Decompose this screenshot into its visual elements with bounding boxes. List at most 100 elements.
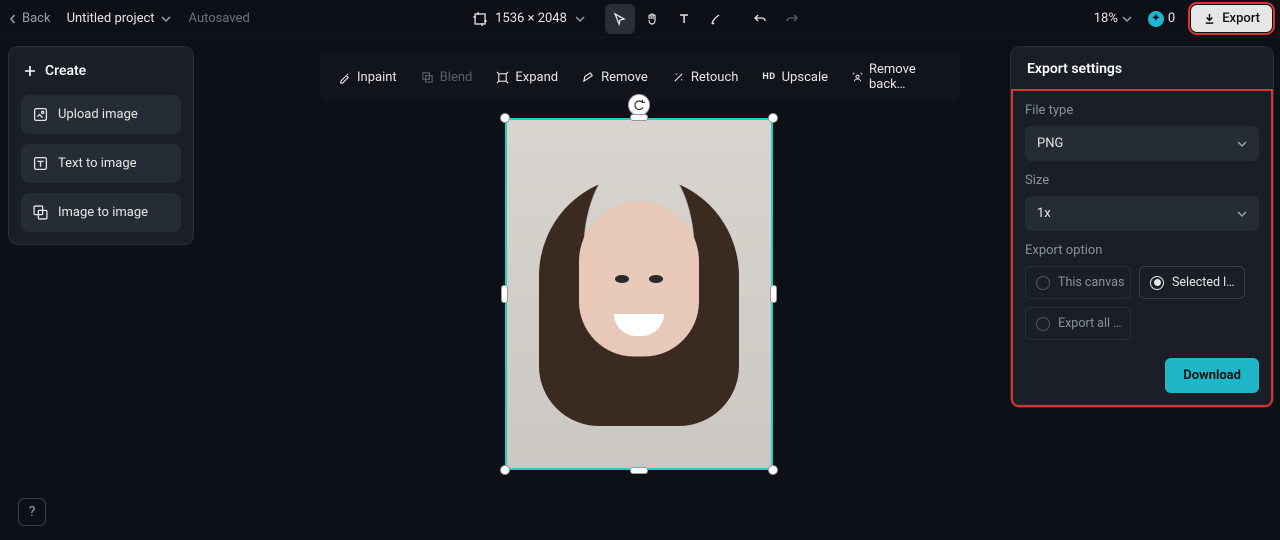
upload-image-icon <box>33 107 48 122</box>
image-to-image-label: Image to image <box>58 205 148 220</box>
coin-icon: ✦ <box>1148 11 1164 27</box>
chevron-down-icon <box>575 14 585 24</box>
help-button[interactable]: ? <box>18 498 46 526</box>
radio-icon <box>1036 317 1050 331</box>
create-heading: Create <box>21 59 181 83</box>
remove-background-tool[interactable]: Remove back… <box>842 56 952 98</box>
zoom-dropdown[interactable]: 18% <box>1094 11 1132 26</box>
selected-image[interactable] <box>505 118 773 470</box>
resize-handle-b[interactable] <box>630 467 648 474</box>
back-label: Back <box>22 11 51 26</box>
cursor-icon <box>613 12 627 26</box>
export-button[interactable]: Export <box>1191 5 1272 32</box>
option-this-canvas-label: This canvas <box>1058 275 1124 290</box>
blend-icon <box>421 71 434 84</box>
resize-handle-tl[interactable] <box>500 113 510 123</box>
chevron-down-icon <box>1237 139 1247 149</box>
text-to-image-icon <box>33 156 48 171</box>
hand-tool[interactable] <box>637 4 667 34</box>
zoom-value: 18% <box>1094 11 1118 26</box>
project-title: Untitled project <box>67 11 155 26</box>
text-tool[interactable] <box>669 4 699 34</box>
resize-handle-r[interactable] <box>770 285 777 303</box>
create-label: Create <box>45 63 86 79</box>
remove-label: Remove <box>601 70 648 85</box>
download-button[interactable]: Download <box>1165 358 1259 393</box>
radio-icon <box>1036 276 1050 290</box>
project-title-dropdown[interactable]: Untitled project <box>67 11 171 26</box>
resize-handle-tr[interactable] <box>768 113 778 123</box>
canvas-selection[interactable] <box>505 118 773 470</box>
export-panel-body: File type PNG Size 1x Export option This… <box>1011 89 1273 407</box>
dimensions-value: 1536 × 2048 <box>495 11 567 26</box>
upload-image-button[interactable]: Upload image <box>21 95 181 134</box>
topbar-center: 1536 × 2048 <box>473 4 807 34</box>
select-tool[interactable] <box>605 4 635 34</box>
filetype-select[interactable]: PNG <box>1025 126 1259 161</box>
chevron-down-icon <box>1237 209 1247 219</box>
filetype-value: PNG <box>1037 136 1063 151</box>
credits-badge[interactable]: ✦ 0 <box>1142 9 1181 29</box>
option-selected-layer-label: Selected l… <box>1172 275 1235 290</box>
expand-tool[interactable]: Expand <box>486 64 568 91</box>
autosave-status: Autosaved <box>189 11 250 26</box>
upload-image-label: Upload image <box>58 107 138 122</box>
size-value: 1x <box>1037 206 1051 221</box>
chevron-down-icon <box>1122 14 1132 24</box>
option-selected-layer[interactable]: Selected l… <box>1139 266 1245 299</box>
image-to-image-button[interactable]: Image to image <box>21 193 181 232</box>
remove-background-icon <box>852 71 863 84</box>
option-export-all-label: Export all … <box>1058 316 1122 331</box>
inpaint-label: Inpaint <box>357 70 397 85</box>
chevron-down-icon <box>161 14 171 24</box>
remove-background-label: Remove back… <box>869 62 942 92</box>
credits-value: 0 <box>1168 11 1175 26</box>
resize-handle-t[interactable] <box>630 114 648 121</box>
size-label: Size <box>1025 173 1259 188</box>
resize-handle-bl[interactable] <box>500 465 510 475</box>
retouch-label: Retouch <box>691 70 739 85</box>
cursor-tools <box>605 4 807 34</box>
portrait-placeholder <box>559 191 719 411</box>
export-option-group: This canvas Selected l… Export all … <box>1025 266 1259 340</box>
undo-icon <box>753 12 767 26</box>
brush-tool[interactable] <box>701 4 731 34</box>
redo-icon <box>785 12 799 26</box>
text-to-image-button[interactable]: Text to image <box>21 144 181 183</box>
sidebar: Create Upload image Text to image Image … <box>8 46 194 245</box>
retouch-icon <box>672 71 685 84</box>
upscale-tool[interactable]: HD Upscale <box>752 64 838 91</box>
redo-button[interactable] <box>777 4 807 34</box>
expand-label: Expand <box>515 70 558 85</box>
chevron-left-icon <box>8 14 18 24</box>
inpaint-icon <box>338 71 351 84</box>
resize-handle-l[interactable] <box>501 285 508 303</box>
inpaint-tool[interactable]: Inpaint <box>328 64 407 91</box>
topbar: Back Untitled project Autosaved 1536 × 2… <box>0 0 1280 38</box>
blend-label: Blend <box>440 70 473 85</box>
export-label: Export <box>1222 11 1260 26</box>
size-select[interactable]: 1x <box>1025 196 1259 231</box>
canvas-dimensions-dropdown[interactable]: 1536 × 2048 <box>473 11 585 26</box>
topbar-left: Back Untitled project Autosaved <box>8 11 250 26</box>
option-export-all[interactable]: Export all … <box>1025 307 1131 340</box>
resize-handle-br[interactable] <box>768 465 778 475</box>
back-button[interactable]: Back <box>8 11 51 26</box>
help-icon: ? <box>29 504 36 520</box>
undo-button[interactable] <box>745 4 775 34</box>
retouch-tool[interactable]: Retouch <box>662 64 749 91</box>
text-icon <box>677 12 691 26</box>
rotate-handle[interactable] <box>628 94 650 116</box>
export-panel: Export settings File type PNG Size 1x Ex… <box>1010 46 1274 408</box>
download-icon <box>1203 12 1216 25</box>
text-to-image-label: Text to image <box>58 156 137 171</box>
blend-tool[interactable]: Blend <box>411 64 483 91</box>
option-this-canvas[interactable]: This canvas <box>1025 266 1131 299</box>
export-option-label: Export option <box>1025 243 1259 258</box>
rotate-icon <box>633 99 645 111</box>
remove-tool[interactable]: Remove <box>572 64 658 91</box>
upscale-label: Upscale <box>782 70 828 85</box>
remove-icon <box>582 71 595 84</box>
hd-icon: HD <box>762 72 775 82</box>
hand-icon <box>645 12 659 26</box>
